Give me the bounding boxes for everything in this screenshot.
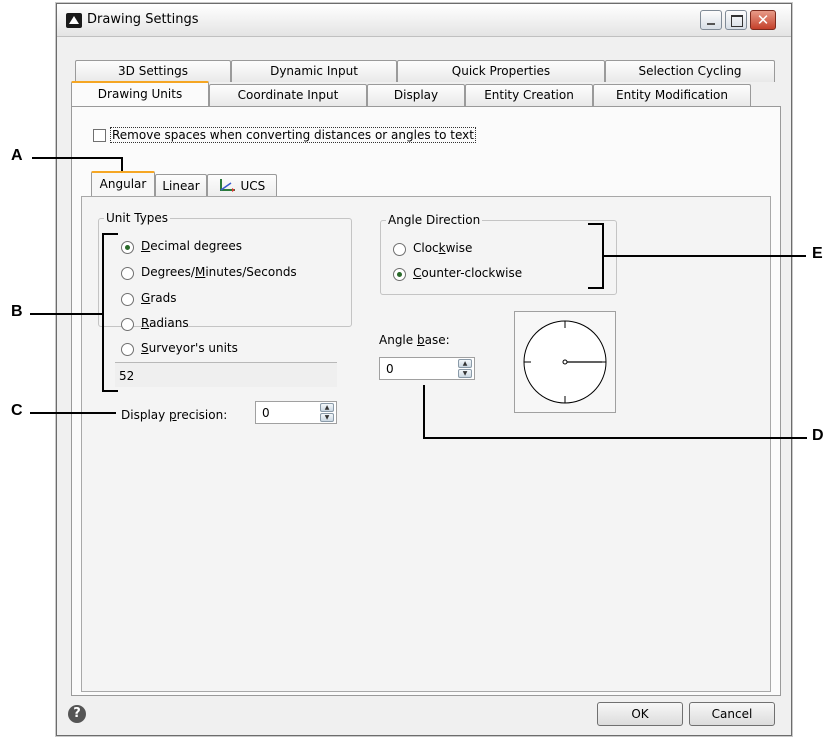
subtab-label: Angular <box>99 177 147 191</box>
close-button[interactable]: ✕ <box>750 10 776 30</box>
radio-degrees-minutes-seconds[interactable] <box>121 267 134 280</box>
subtab-angular[interactable]: Angular <box>91 171 155 198</box>
minimize-button[interactable] <box>700 10 722 30</box>
help-icon[interactable]: ? <box>68 705 86 723</box>
tab-entity-modification[interactable]: Entity Modification <box>593 84 751 106</box>
tab-quick-properties[interactable]: Quick Properties <box>397 60 605 82</box>
title-bar[interactable]: Drawing Settings ✕ <box>57 4 791 37</box>
maximize-button[interactable] <box>725 10 747 30</box>
precision-up-icon[interactable]: ▲ <box>320 403 334 412</box>
angle-base-value: 0 <box>386 362 394 376</box>
minimize-icon <box>707 23 715 25</box>
tab-label: Drawing Units <box>97 87 183 101</box>
subtab-ucs[interactable]: UCS <box>207 174 277 198</box>
callout-b-bracket-top <box>102 233 118 235</box>
radio-grads[interactable] <box>121 293 134 306</box>
callout-d-line <box>423 437 807 439</box>
tab-label: Display <box>393 88 439 102</box>
tab-label: Coordinate Input <box>237 88 339 102</box>
counter-clockwise-label[interactable]: Counter-clockwise <box>413 266 522 280</box>
tab-3d-settings[interactable]: 3D Settings <box>75 60 231 82</box>
radio-radians[interactable] <box>121 318 134 331</box>
clockwise-label[interactable]: Clockwise <box>413 241 472 255</box>
decimal-degrees-label[interactable]: Decimal degrees <box>141 239 242 253</box>
callout-a-line <box>32 157 122 159</box>
app-icon <box>66 13 82 28</box>
tab-display[interactable]: Display <box>367 84 465 106</box>
display-precision-label: Display precision: <box>121 408 228 422</box>
tab-label: 3D Settings <box>118 64 188 78</box>
close-icon: ✕ <box>756 11 770 29</box>
callout-e-bracket-bottom <box>588 287 604 289</box>
unit-preview: 52 <box>115 362 337 387</box>
window-title: Drawing Settings <box>87 12 199 27</box>
cancel-button[interactable]: Cancel <box>689 702 775 726</box>
angle-dial-icon <box>523 320 607 404</box>
callout-b-line <box>30 313 104 315</box>
remove-spaces-label[interactable]: Remove spaces when converting distances … <box>110 127 476 143</box>
callout-e-bracket-top <box>588 223 604 225</box>
angle-dial-preview <box>514 311 616 413</box>
tab-dynamic-input[interactable]: Dynamic Input <box>231 60 397 82</box>
tab-entity-creation[interactable]: Entity Creation <box>465 84 593 106</box>
ucs-icon <box>219 177 237 192</box>
callout-c: C <box>11 402 23 419</box>
radio-clockwise[interactable] <box>393 243 406 256</box>
tab-label: Entity Modification <box>616 88 728 102</box>
tab-selection-cycling[interactable]: Selection Cycling <box>605 60 775 82</box>
tab-drawing-units[interactable]: Drawing Units <box>71 81 209 106</box>
callout-e-line <box>602 255 806 257</box>
callout-d: D <box>812 427 824 444</box>
angle-base-label: Angle base: <box>379 333 450 347</box>
callout-a-leader <box>121 157 123 171</box>
callout-a: A <box>11 147 23 164</box>
callout-b: B <box>11 303 23 320</box>
callout-e: E <box>812 245 823 262</box>
angle-base-down-icon[interactable]: ▼ <box>458 369 472 378</box>
drawing-settings-dialog: Drawing Settings ✕ 3D Settings Dynamic I… <box>56 3 792 736</box>
tab-label: Entity Creation <box>484 88 574 102</box>
subtab-linear[interactable]: Linear <box>155 174 207 198</box>
remove-spaces-checkbox[interactable] <box>93 129 106 142</box>
ok-button[interactable]: OK <box>597 702 683 726</box>
radio-surveyors-units[interactable] <box>121 343 134 356</box>
display-precision-spinner[interactable]: 0 ▲ ▼ <box>255 401 337 424</box>
callout-c-line <box>30 412 116 414</box>
tab-label: Dynamic Input <box>270 64 358 78</box>
tab-label: Selection Cycling <box>638 64 742 78</box>
subtab-label: Linear <box>162 179 200 193</box>
tab-coordinate-input[interactable]: Coordinate Input <box>209 84 367 106</box>
angle-base-up-icon[interactable]: ▲ <box>458 359 472 368</box>
maximize-icon <box>731 15 743 27</box>
callout-b-bracket-bottom <box>102 390 118 392</box>
radians-label[interactable]: Radians <box>141 316 189 330</box>
surveyors-units-label[interactable]: Surveyor's units <box>141 341 238 355</box>
angle-base-spinner[interactable]: 0 ▲ ▼ <box>379 357 475 380</box>
callout-b-bracket <box>102 233 104 392</box>
display-precision-value: 0 <box>262 406 270 420</box>
unit-types-legend: Unit Types <box>106 211 169 225</box>
subtab-label: UCS <box>240 179 266 193</box>
radio-decimal-degrees[interactable] <box>121 241 134 254</box>
grads-label[interactable]: Grads <box>141 291 176 305</box>
radio-counter-clockwise[interactable] <box>393 268 406 281</box>
angle-direction-legend: Angle Direction <box>388 213 481 227</box>
unit-preview-value: 52 <box>119 369 135 383</box>
precision-down-icon[interactable]: ▼ <box>320 413 334 422</box>
tab-label: Quick Properties <box>451 64 551 78</box>
callout-d-leader <box>423 385 425 439</box>
degrees-minutes-seconds-label[interactable]: Degrees/Minutes/Seconds <box>141 265 297 279</box>
